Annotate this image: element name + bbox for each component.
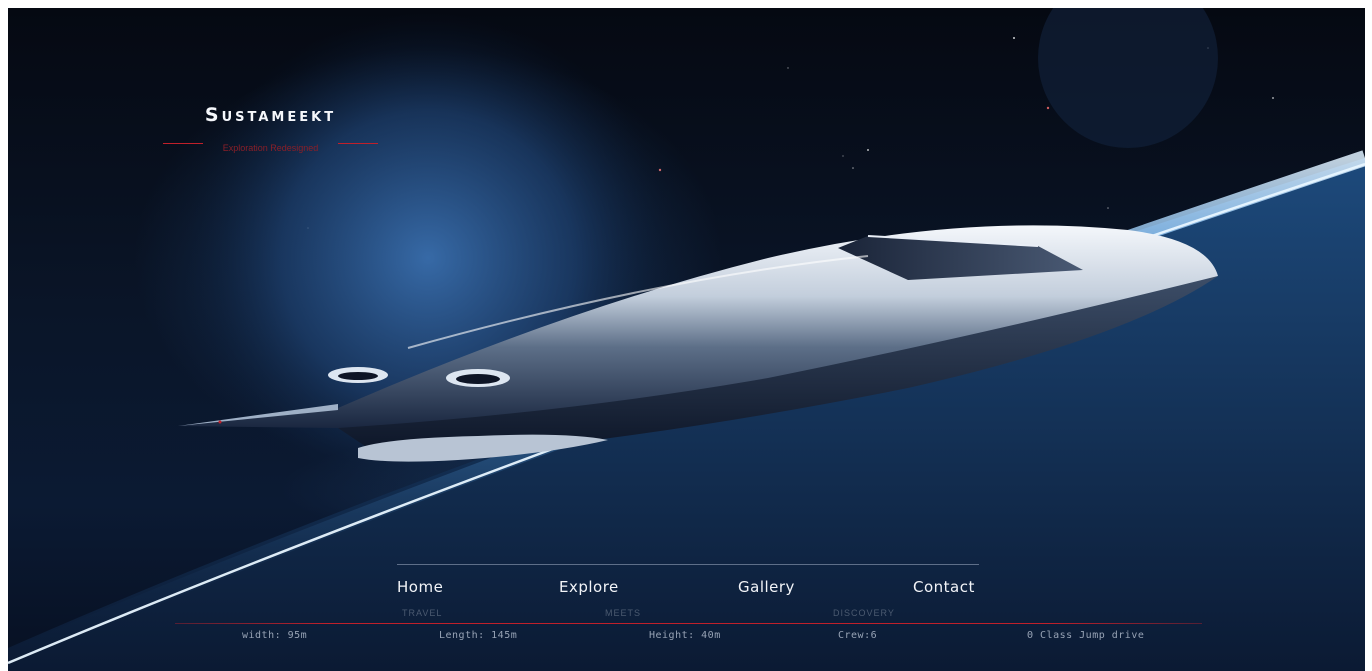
nav-divider	[397, 564, 979, 565]
brand-block: Sustameekt Exploration Redesigned	[163, 104, 378, 153]
nav-explore[interactable]: Explore	[559, 578, 619, 596]
specs-divider	[175, 623, 1202, 624]
brand-title: Sustameekt	[204, 104, 337, 126]
spec-length: Length: 145m	[439, 630, 518, 641]
sub-discovery: DISCOVERY	[833, 608, 895, 618]
brand-tagline: Exploration Redesigned	[222, 143, 319, 153]
nav-home[interactable]: Home	[397, 578, 443, 596]
hero-section: Sustameekt Exploration Redesigned Home E…	[8, 8, 1365, 671]
brand-tagline-row: Exploration Redesigned	[163, 136, 378, 153]
tagline-divider-left	[163, 143, 203, 144]
tagline-divider-right	[338, 143, 378, 144]
sub-travel: TRAVEL	[402, 608, 443, 618]
spec-width: width: 95m	[242, 630, 308, 641]
spec-crew: Crew:6	[838, 630, 878, 641]
spec-height: Height: 40m	[649, 630, 721, 641]
spec-drive: Θ Class Jump drive	[1027, 630, 1145, 641]
sub-meets: MEETS	[605, 608, 642, 618]
nav-gallery[interactable]: Gallery	[738, 578, 795, 596]
nav-contact[interactable]: Contact	[913, 578, 975, 596]
